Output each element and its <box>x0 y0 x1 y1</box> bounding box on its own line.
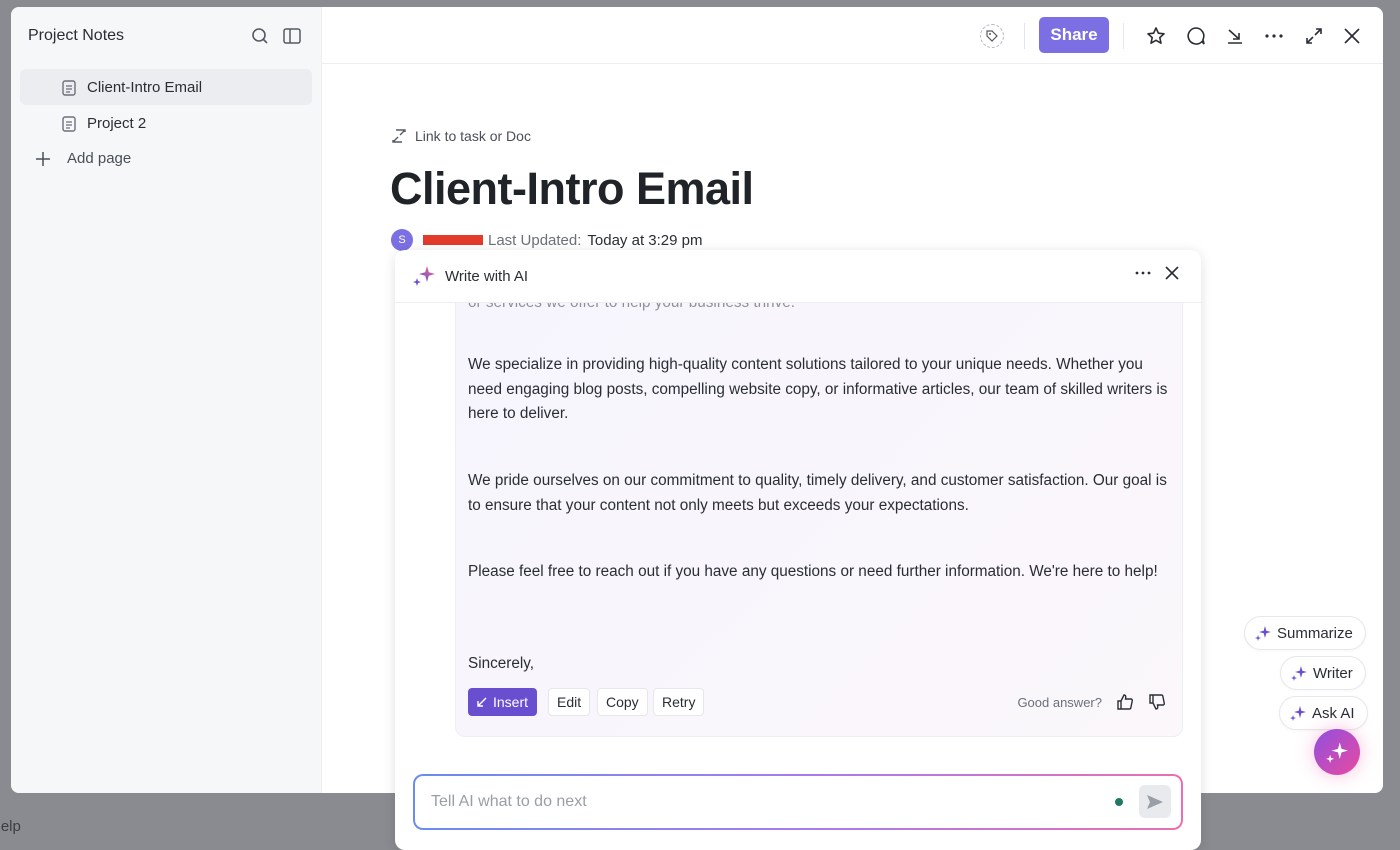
status-dot <box>1115 798 1123 806</box>
last-updated-value: Today at 3:29 pm <box>587 231 703 249</box>
send-icon <box>1147 794 1163 809</box>
link-to-task-label: Link to task or Doc <box>415 128 531 144</box>
write-with-ai-panel: Write with AI or services we offer to he… <box>395 250 1201 850</box>
sidebar: Project Notes Client-Intro Email Project… <box>11 7 322 793</box>
sparkle-icon <box>1326 742 1348 763</box>
page-title[interactable]: Client-Intro Email <box>390 163 754 215</box>
edit-button[interactable]: Edit <box>548 688 591 716</box>
share-button[interactable]: Share <box>1039 17 1109 53</box>
close-icon[interactable] <box>1340 24 1364 48</box>
retry-button[interactable]: Retry <box>653 688 705 716</box>
plus-icon <box>36 151 50 166</box>
add-page-button[interactable]: Add page <box>35 150 131 167</box>
document-icon <box>62 80 76 96</box>
sidebar-item-label: Project 2 <box>87 114 147 132</box>
sparkle-icon <box>1255 626 1271 641</box>
more-icon[interactable] <box>1135 271 1151 275</box>
send-button[interactable] <box>1139 785 1171 818</box>
response-paragraph: We specialize in providing high-quality … <box>468 356 1168 422</box>
summarize-button[interactable]: Summarize <box>1244 616 1366 650</box>
download-icon[interactable] <box>1223 24 1247 48</box>
feedback-label: Good answer? <box>1017 695 1102 710</box>
thumbs-down-icon[interactable] <box>1148 693 1166 711</box>
copy-button[interactable]: Copy <box>597 688 648 716</box>
response-paragraph: We pride ourselves on our commitment to … <box>468 472 1167 514</box>
thumbs-up-icon[interactable] <box>1116 693 1134 711</box>
ai-assistant-button[interactable] <box>1314 729 1360 775</box>
response-paragraph: Please feel free to reach out if you hav… <box>468 563 1158 580</box>
last-updated-label: Last Updated: <box>488 231 582 249</box>
sidebar-toggle-icon[interactable] <box>281 25 303 47</box>
comment-icon[interactable] <box>1184 24 1208 48</box>
ai-prompt-input[interactable] <box>431 789 1091 815</box>
close-icon[interactable] <box>1165 266 1179 280</box>
avatar[interactable]: S <box>391 229 413 251</box>
link-to-task-button[interactable]: Link to task or Doc <box>391 128 531 144</box>
sparkle-icon <box>1290 706 1306 721</box>
insert-arrow-icon <box>477 697 487 707</box>
background-help-label: Help <box>0 818 21 835</box>
document-icon <box>62 116 76 132</box>
redacted-author-name <box>423 235 483 245</box>
add-page-label: Add page <box>67 150 132 167</box>
sidebar-item-project-2[interactable]: Project 2 <box>20 105 312 141</box>
tag-icon[interactable] <box>980 24 1004 48</box>
ai-panel-header: Write with AI <box>395 250 1201 303</box>
ai-sparkle-icon <box>413 266 435 286</box>
sidebar-title: Project Notes <box>28 27 125 44</box>
star-icon[interactable] <box>1144 24 1168 48</box>
ask-ai-label: Ask AI <box>1312 704 1355 722</box>
sparkle-icon <box>1291 666 1307 681</box>
sidebar-item-label: Client-Intro Email <box>87 78 203 96</box>
search-icon[interactable] <box>249 25 271 47</box>
ai-response: or services we offer to help your busine… <box>455 303 1183 737</box>
top-toolbar: Share <box>322 7 1383 64</box>
ask-ai-button[interactable]: Ask AI <box>1279 696 1368 730</box>
response-paragraph: Sincerely, <box>468 655 535 672</box>
expand-icon[interactable] <box>1302 24 1326 48</box>
writer-button[interactable]: Writer <box>1280 656 1366 690</box>
link-arrows-icon <box>392 129 406 143</box>
writer-label: Writer <box>1313 664 1353 682</box>
document-meta: S Last Updated: Today at 3:29 pm <box>391 229 702 251</box>
ai-prompt-input-wrapper <box>413 774 1183 830</box>
summarize-label: Summarize <box>1277 624 1353 642</box>
response-paragraph: or services we offer to help your busine… <box>468 303 1173 316</box>
more-icon[interactable] <box>1262 24 1286 48</box>
divider <box>1123 23 1124 49</box>
divider <box>1024 23 1025 49</box>
insert-button[interactable]: Insert <box>468 688 538 716</box>
insert-label: Insert <box>493 694 529 710</box>
sidebar-item-client-intro-email[interactable]: Client-Intro Email <box>20 69 312 105</box>
ai-panel-title: Write with AI <box>445 267 529 285</box>
